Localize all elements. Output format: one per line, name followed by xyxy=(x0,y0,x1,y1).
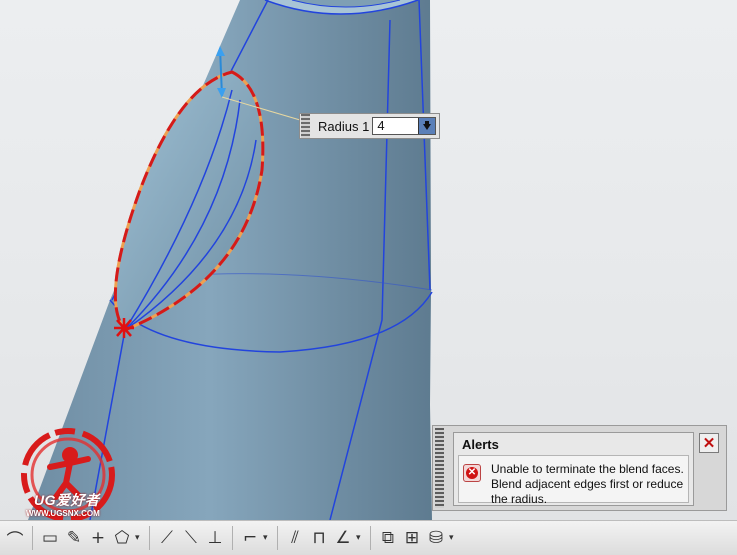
toolbar-separator xyxy=(32,526,33,550)
chevron-down-icon[interactable]: ▾ xyxy=(356,533,364,543)
radius-input-panel: Radius 1 4 xyxy=(299,113,440,139)
split-icon[interactable]: ⊥ xyxy=(204,526,226,550)
toolbar-separator xyxy=(149,526,150,550)
pattern-icon[interactable]: ⊓ xyxy=(308,526,330,550)
error-point-marker xyxy=(114,318,134,338)
chevron-down-icon[interactable]: ▾ xyxy=(135,533,143,543)
radius-value[interactable]: 4 xyxy=(377,118,384,133)
toolbar-separator xyxy=(232,526,233,550)
measure-icon[interactable]: ⊞ xyxy=(401,526,423,550)
fillet-icon[interactable]: ⌐ xyxy=(239,526,261,550)
chevron-down-icon[interactable]: ▾ xyxy=(449,533,457,543)
watermark-brand: UG爱好者 xyxy=(34,492,100,508)
radius-label: Radius 1 xyxy=(318,118,370,134)
radius-value-field[interactable]: 4 xyxy=(372,117,437,135)
radius-dropdown-button[interactable] xyxy=(418,118,436,134)
alert-message: Unable to terminate the blend faces. Ble… xyxy=(491,462,684,506)
mirror-icon[interactable]: ⫽ xyxy=(284,526,306,550)
rectangle-icon[interactable]: ▭ xyxy=(39,526,61,550)
pencil-icon[interactable]: ✎ xyxy=(63,526,85,550)
drag-grip-icon[interactable] xyxy=(435,428,444,508)
extend-icon[interactable]: ⟍ xyxy=(180,526,202,550)
offset-curve-icon[interactable]: ⬠ xyxy=(111,526,133,550)
alert-message-box: ✕ Unable to terminate the blend faces. B… xyxy=(458,455,689,506)
close-alerts-button[interactable]: ✕ xyxy=(699,433,719,453)
analysis-icon[interactable]: ⛁ xyxy=(425,526,447,550)
toolbar-separator xyxy=(370,526,371,550)
corner-icon[interactable]: ⌒ xyxy=(4,526,26,551)
alerts-content: Alerts ✕ Unable to terminate the blend f… xyxy=(453,432,694,506)
alerts-panel: Alerts ✕ Unable to terminate the blend f… xyxy=(432,425,727,511)
bottom-toolbar: ⌒ ▭ ✎ + ⬠ ▾ ⟋ ⟍ ⊥ ⌐ ▾ ⫽ ⊓ ∠ ▾ ⧉ ⊞ ⛁ ▾ xyxy=(0,520,737,555)
alerts-title: Alerts xyxy=(462,437,499,452)
move-icon[interactable]: ⧉ xyxy=(377,526,399,550)
watermark-url: WWW.UGSNX.COM xyxy=(26,509,100,518)
toolbar-separator xyxy=(277,526,278,550)
constraint-icon[interactable]: ∠ xyxy=(332,526,354,550)
chevron-down-icon[interactable]: ▾ xyxy=(263,533,271,543)
trim-icon[interactable]: ⟋ xyxy=(156,526,178,550)
arrow-down-icon xyxy=(423,121,432,130)
drag-grip-icon[interactable] xyxy=(301,114,310,138)
error-icon: ✕ xyxy=(463,464,481,482)
close-icon: ✕ xyxy=(702,434,716,452)
plus-icon[interactable]: + xyxy=(87,526,109,550)
